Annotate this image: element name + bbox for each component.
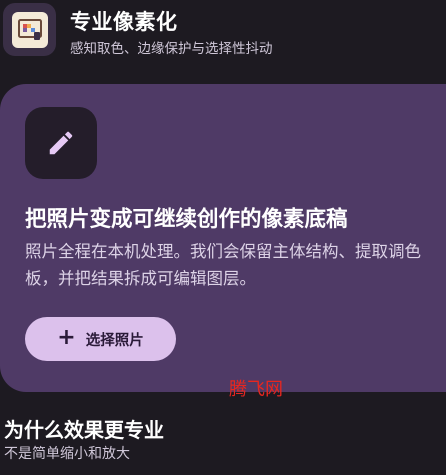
pixel-frame-icon <box>11 11 48 48</box>
select-photo-label: 选择照片 <box>85 332 144 349</box>
watermark: 腾飞网 <box>229 379 283 400</box>
app-subtitle: 感知取色、边缘保护与选择性抖动 <box>70 41 273 57</box>
app-title: 专业像素化 <box>70 10 178 34</box>
select-photo-button[interactable]: + 选择照片 <box>25 317 176 361</box>
section-title: 为什么效果更专业 <box>4 418 164 442</box>
app-icon <box>3 3 56 56</box>
hero-card: 把照片变成可继续创作的像素底稿 照片全程在本机处理。我们会保留主体结构、提取调色… <box>0 84 446 392</box>
pencil-icon <box>25 107 97 179</box>
app-header: 专业像素化 感知取色、边缘保护与选择性抖动 <box>0 0 446 64</box>
plus-icon: + <box>57 325 76 350</box>
section-subtitle: 不是简单缩小和放大 <box>4 446 130 462</box>
hero-description: 照片全程在本机处理。我们会保留主体结构、提取调色板，并把结果拆成可编辑图层。 <box>25 242 421 288</box>
hero-title: 把照片变成可继续创作的像素底稿 <box>25 207 348 232</box>
